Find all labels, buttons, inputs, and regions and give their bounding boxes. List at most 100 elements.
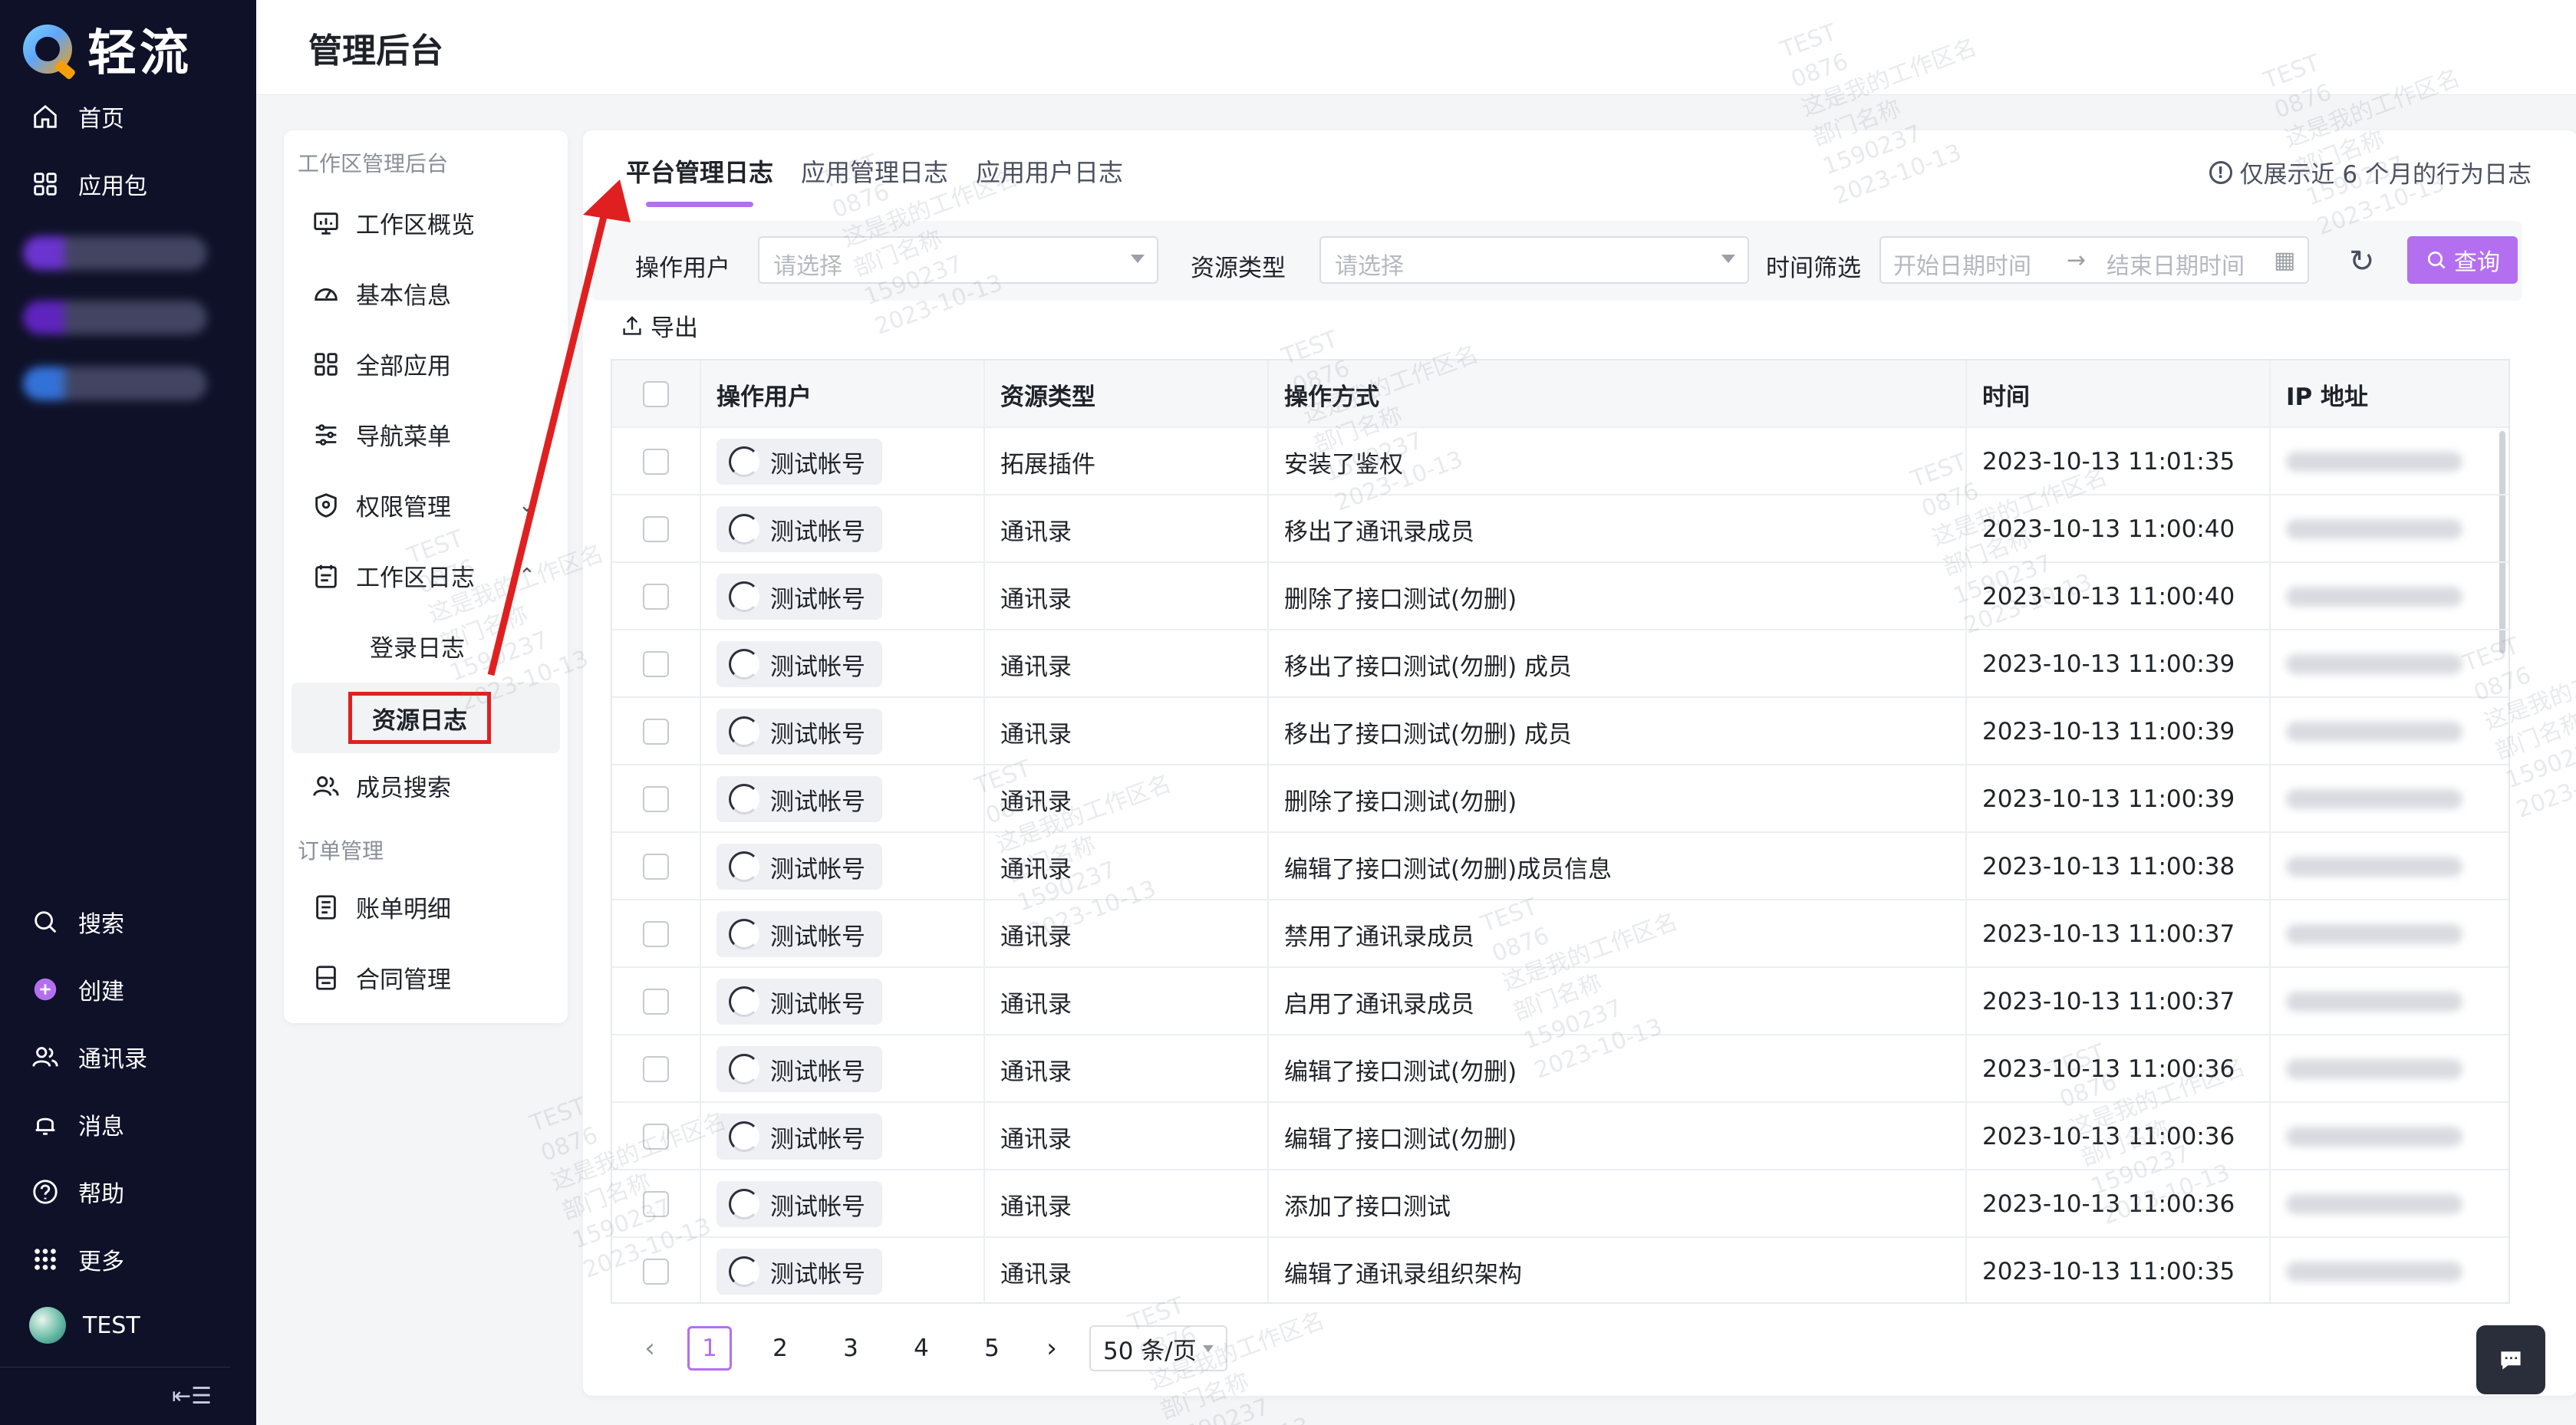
collapse-sidebar-icon[interactable]: ⇤☰ xyxy=(172,1383,212,1410)
sidebar-item-member-search[interactable]: 成员搜索 xyxy=(311,768,451,803)
row-checkbox[interactable] xyxy=(643,1259,669,1285)
nav-item-help[interactable]: 帮助 xyxy=(29,1175,124,1209)
table-row[interactable]: 测试帐号 通讯录 编辑了接口测试(勿删) 2023-10-13 11:00:36 xyxy=(612,1103,2508,1170)
resource-type-cell: 通讯录 xyxy=(985,1103,1269,1170)
table-row[interactable]: 测试帐号 通讯录 添加了接口测试 2023-10-13 11:00:36 xyxy=(612,1170,2508,1238)
nav-item-label: 应用包 xyxy=(78,173,147,200)
row-checkbox[interactable] xyxy=(643,1124,669,1150)
table-row[interactable]: 测试帐号 通讯录 启用了通讯录成员 2023-10-13 11:00:37 xyxy=(612,968,2508,1035)
user-chip[interactable]: 测试帐号 xyxy=(716,979,882,1025)
row-checkbox[interactable] xyxy=(643,854,669,880)
top-header: 管理后台 xyxy=(256,0,2576,95)
nav-item-label: 首页 xyxy=(78,106,124,133)
time-cell: 2023-10-13 11:00:40 xyxy=(1967,563,2271,630)
action-cell: 删除了接口测试(勿删) xyxy=(1269,765,1967,833)
user-chip[interactable]: 测试帐号 xyxy=(716,1046,882,1092)
row-checkbox[interactable] xyxy=(643,921,669,947)
operator-cell: 测试帐号 xyxy=(701,1238,985,1302)
table-row[interactable]: 测试帐号 通讯录 编辑了接口测试(勿删)成员信息 2023-10-13 11:00:3… xyxy=(612,833,2508,900)
time-cell: 2023-10-13 11:00:39 xyxy=(1967,630,2271,698)
row-checkbox[interactable] xyxy=(643,651,669,677)
sidebar-item-resource-log[interactable]: 资源日志 xyxy=(348,692,491,744)
time-cell: 2023-10-13 11:00:36 xyxy=(1967,1170,2271,1238)
operator-select[interactable]: 请选择 xyxy=(758,236,1158,284)
row-select-cell xyxy=(612,968,701,1035)
reset-icon[interactable]: ↻ xyxy=(2349,244,2375,279)
nav-user-profile[interactable]: TEST xyxy=(29,1307,140,1344)
table-row[interactable]: 测试帐号 通讯录 禁用了通讯录成员 2023-10-13 11:00:37 xyxy=(612,900,2508,968)
sidebar-item-permissions[interactable]: 权限管理 ⌄ xyxy=(311,488,535,522)
query-button[interactable]: 查询 xyxy=(2407,236,2518,284)
row-checkbox[interactable] xyxy=(643,516,669,542)
select-all-checkbox[interactable] xyxy=(643,381,669,407)
user-chip[interactable]: 测试帐号 xyxy=(716,439,882,485)
user-chip[interactable]: 测试帐号 xyxy=(716,641,882,687)
page-button[interactable]: 2 xyxy=(758,1326,802,1371)
user-chip[interactable]: 测试帐号 xyxy=(716,709,882,755)
row-checkbox[interactable] xyxy=(643,449,669,475)
start-datetime-input[interactable]: 开始日期时间 xyxy=(1893,247,2031,281)
row-checkbox[interactable] xyxy=(643,1056,669,1082)
tab-app-admin-log[interactable]: 应用管理日志 xyxy=(801,153,948,189)
table-row[interactable]: 测试帐号 通讯录 编辑了通讯录组织架构 2023-10-13 11:00:35 xyxy=(612,1238,2508,1302)
page-size-select[interactable]: 50 条/页 xyxy=(1089,1325,1227,1371)
sidebar-item-workspace-overview[interactable]: 工作区概览 xyxy=(311,206,475,240)
page-button[interactable]: 5 xyxy=(970,1326,1014,1371)
row-checkbox[interactable] xyxy=(643,1191,669,1217)
blurred-app-item[interactable] xyxy=(23,301,207,334)
page-button[interactable]: 1 xyxy=(687,1326,732,1371)
page-button[interactable]: 4 xyxy=(899,1326,944,1371)
nav-item-messages[interactable]: 消息 xyxy=(29,1107,124,1141)
sliders-icon xyxy=(315,423,337,446)
table-row[interactable]: 测试帐号 通讯录 删除了接口测试(勿删) 2023-10-13 11:00:39 xyxy=(612,765,2508,833)
row-checkbox[interactable] xyxy=(643,989,669,1015)
sidebar-item-bill-detail[interactable]: 账单明细 xyxy=(311,890,451,924)
user-chip[interactable]: 测试帐号 xyxy=(716,1114,882,1160)
blurred-app-item[interactable] xyxy=(23,236,207,270)
collapse-bar: ⇤☰ xyxy=(0,1367,230,1425)
resource-type-select[interactable]: 请选择 xyxy=(1319,236,1749,284)
nav-item-app-packages[interactable]: 应用包 xyxy=(29,167,147,201)
table-row[interactable]: 测试帐号 通讯录 移出了接口测试(勿删) 成员 2023-10-13 11:00:39 xyxy=(612,630,2508,698)
table-row[interactable]: 测试帐号 通讯录 删除了接口测试(勿删) 2023-10-13 11:00:40 xyxy=(612,563,2508,630)
nav-item-more[interactable]: 更多 xyxy=(29,1242,124,1276)
sidebar-item-nav-menu[interactable]: 导航菜单 xyxy=(311,417,451,452)
operator-filter-label: 操作用户 xyxy=(635,255,730,282)
sidebar-item-all-apps[interactable]: 全部应用 xyxy=(311,347,451,381)
user-chip[interactable]: 测试帐号 xyxy=(716,844,882,890)
avatar xyxy=(729,784,759,815)
user-chip[interactable]: 测试帐号 xyxy=(716,911,882,957)
nav-item-home[interactable]: 首页 xyxy=(29,100,124,133)
sidebar-item-basic-info[interactable]: 基本信息 xyxy=(311,276,451,311)
nav-item-search[interactable]: 搜索 xyxy=(29,905,124,939)
table-row[interactable]: 测试帐号 拓展插件 安装了鉴权 2023-10-13 11:01:35 xyxy=(612,428,2508,495)
sidebar-item-workspace-log[interactable]: 工作区日志 ⌃ xyxy=(311,558,535,593)
nav-item-contacts[interactable]: 通讯录 xyxy=(29,1040,147,1074)
user-chip[interactable]: 测试帐号 xyxy=(716,776,882,822)
next-page-icon[interactable]: › xyxy=(1040,1333,1063,1364)
row-checkbox[interactable] xyxy=(643,584,669,610)
page-button[interactable]: 3 xyxy=(828,1326,873,1371)
tab-platform-log[interactable]: 平台管理日志 xyxy=(626,153,773,207)
sidebar-item-login-log[interactable]: 登录日志 xyxy=(370,629,465,663)
user-chip[interactable]: 测试帐号 xyxy=(716,1249,882,1295)
row-checkbox[interactable] xyxy=(643,786,669,812)
sidebar-item-contract[interactable]: 合同管理 xyxy=(311,960,451,995)
table-row[interactable]: 测试帐号 通讯录 移出了通讯录成员 2023-10-13 11:00:40 xyxy=(612,495,2508,563)
row-checkbox[interactable] xyxy=(643,719,669,745)
brand[interactable]: 轻流 xyxy=(23,14,192,84)
chat-support-button[interactable] xyxy=(2476,1325,2545,1394)
prev-page-icon[interactable]: ‹ xyxy=(638,1333,661,1364)
nav-item-create[interactable]: 创建 xyxy=(29,972,124,1006)
date-range-picker[interactable]: 开始日期时间 → 结束日期时间 ▦ xyxy=(1879,236,2309,284)
blurred-app-item[interactable] xyxy=(23,367,207,400)
table-row[interactable]: 测试帐号 通讯录 移出了接口测试(勿删) 成员 2023-10-13 11:00:39 xyxy=(612,698,2508,765)
tab-app-user-log[interactable]: 应用用户日志 xyxy=(976,153,1123,189)
table-row[interactable]: 测试帐号 通讯录 编辑了接口测试(勿删) 2023-10-13 11:00:36 xyxy=(612,1035,2508,1103)
user-chip[interactable]: 测试帐号 xyxy=(716,574,882,620)
end-datetime-input[interactable]: 结束日期时间 xyxy=(2107,247,2245,281)
table-header-row: 操作用户 资源类型 操作方式 时间 IP 地址 xyxy=(612,360,2508,428)
export-button[interactable]: 导出 xyxy=(620,308,698,343)
user-chip[interactable]: 测试帐号 xyxy=(716,1181,882,1227)
user-chip[interactable]: 测试帐号 xyxy=(716,506,882,552)
